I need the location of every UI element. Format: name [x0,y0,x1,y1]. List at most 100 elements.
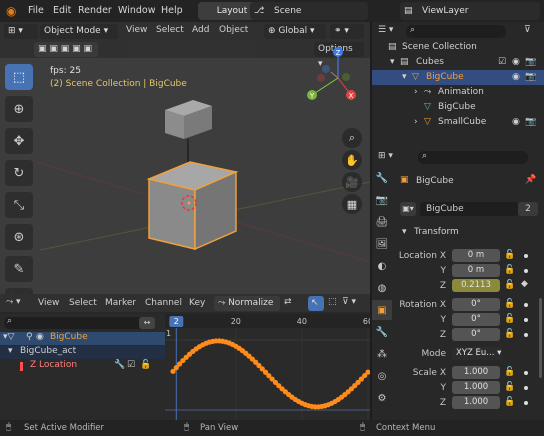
outliner-row-animation[interactable]: › ⤳ Animation [372,85,544,100]
filter-icon[interactable]: ⊽ ▾ [342,297,356,307]
keyframe-dot-icon[interactable] [524,371,528,375]
object-tab-icon[interactable]: ▣ [372,300,392,320]
ge-menu-channel[interactable]: Channel [145,298,182,308]
rotation-z-field[interactable]: 0° [452,328,500,341]
scale-z-field[interactable]: 1.000 [452,396,500,409]
ge-menu-view[interactable]: View [38,298,59,308]
keyframe-diamond-icon[interactable]: ◆ [521,279,528,289]
outliner-row-cubes[interactable]: ▾ ▤ Cubes ☑ ◉ 📷 [372,55,544,70]
ortho-toggle-icon[interactable]: ▦ [342,194,362,214]
lock-icon[interactable]: 🔓 [504,329,515,339]
outliner-row-scene-collection[interactable]: ▤ Scene Collection [372,40,544,55]
menu-help[interactable]: Help [161,0,183,22]
physics-tab-icon[interactable]: ◎ [372,366,392,386]
lock-icon[interactable]: 🔓 [140,360,151,370]
channel-action-row[interactable]: ▾ BigCube_act [0,346,165,359]
lock-icon[interactable]: 🔓 [504,382,515,392]
graph-editor[interactable]: ⤳ ▾ View Select Marker Channel Key ⤳ Nor… [0,294,370,420]
blender-logo-icon[interactable]: ◉ [6,0,16,22]
object-icon: ▽ [424,117,431,127]
channel-fcurve-row[interactable]: Z Location 🔧 ☑ 🔓 [0,360,165,373]
rotation-x-field[interactable]: 0° [452,298,500,311]
eye-icon[interactable]: ◉ [36,332,44,342]
pin-icon[interactable]: 📌 [525,175,536,185]
channel-search-input[interactable]: ⌕ [4,316,154,329]
ge-menu-key[interactable]: Key [189,298,205,308]
datablock-browse-icon[interactable]: ▣▾ [400,202,416,216]
view-layer-tab-icon[interactable]: 🖼 [372,234,392,254]
lock-icon[interactable]: 🔓 [504,397,515,407]
lock-icon[interactable]: 🔓 [504,250,515,260]
viewlayer-selector[interactable]: ▤ ViewLayer [400,2,540,20]
outliner-row-bigcube-mesh[interactable]: ▽ BigCube [372,100,544,115]
graph-plot[interactable]: 20 40 60 12 [165,314,370,420]
swap-icon[interactable]: ⇄ [284,297,292,307]
pan-view-icon[interactable]: ✋ [342,150,362,170]
keyframe-dot-icon[interactable] [524,318,528,322]
keyframe-dot-icon[interactable] [524,254,528,258]
channel-object-row[interactable]: ▾▽ ⚲ ◉ BigCube [0,332,165,345]
camera-view-icon[interactable]: 🎥 [342,172,362,192]
scale-y-field[interactable]: 1.000 [452,381,500,394]
eye-icon[interactable]: ◉ [512,115,520,130]
status-right-text: Context Menu [376,423,436,433]
menu-edit[interactable]: Edit [53,0,71,22]
ge-menu-select[interactable]: Select [69,298,97,308]
properties-search-input[interactable]: ⌕ [418,151,528,164]
properties-editor-icon[interactable]: ⊞ ▾ [378,151,393,161]
show-hidden-icon[interactable]: ⬚ [328,297,337,307]
viewport-3d[interactable]: ⊞ ▾ Object Mode ▾ View Select Add Object… [0,22,370,314]
constraints-tab-icon[interactable]: ⚙ [372,388,392,408]
scale-x-field[interactable]: 1.000 [452,366,500,379]
outliner-editor-icon[interactable]: ☰ ▾ [378,25,393,35]
transform-panel-header[interactable]: ▾ Transform [396,226,544,240]
checkbox-icon[interactable]: ☑ [127,360,135,370]
location-x-field[interactable]: 0 m [452,249,500,262]
keyframe-dot-icon[interactable] [524,303,528,307]
particles-tab-icon[interactable]: ⁂ [372,344,392,364]
keyframe-dot-icon[interactable] [524,386,528,390]
checkbox-icon[interactable]: ☑ [498,55,506,70]
lock-icon[interactable]: 🔓 [504,367,515,377]
graph-editor-type-icon[interactable]: ⤳ ▾ [6,297,21,307]
tool-tab-icon[interactable]: 🔧 [372,168,392,188]
keyframe-dot-icon[interactable] [524,333,528,337]
eye-icon[interactable]: ◉ [512,70,520,85]
keyframe-dot-icon[interactable] [524,269,528,273]
ge-menu-marker[interactable]: Marker [105,298,136,308]
outliner-search-input[interactable]: ⌕ [406,25,506,38]
menu-render[interactable]: Render [78,0,112,22]
location-y-field[interactable]: 0 m [452,264,500,277]
scene-selector[interactable]: ⎇ Scene [250,2,368,20]
keyframe-dot-icon[interactable] [524,401,528,405]
expand-icon[interactable]: ↔ [139,317,155,329]
world-tab-icon[interactable]: ◍ [372,278,392,298]
camera-icon[interactable]: 📷 [525,70,536,85]
modifier-icon[interactable]: 🔧 [114,360,125,370]
camera-icon[interactable]: 📷 [525,55,536,70]
scene-tab-icon[interactable]: ◐ [372,256,392,276]
eye-icon[interactable]: ◉ [512,55,520,70]
lock-icon[interactable]: 🔓 [504,299,515,309]
rotation-y-field[interactable]: 0° [452,313,500,326]
menu-window[interactable]: Window [118,0,155,22]
location-z-field[interactable]: 0.2113 [452,279,500,292]
lock-icon[interactable]: 🔓 [504,265,515,275]
users-count[interactable]: 2 [518,202,538,216]
only-selected-icon[interactable]: ↖ [308,296,324,311]
outliner-row-bigcube[interactable]: ▾ ▽ BigCube ◉ 📷 [372,70,544,85]
rotation-mode-dropdown[interactable]: XYZ Eu... ▾ [452,347,502,360]
properties-scrollbar[interactable] [539,298,542,378]
filter-icon[interactable]: ⊽ [524,25,531,35]
outliner-row-smallcube[interactable]: › ▽ SmallCube ◉ 📷 [372,115,544,130]
camera-icon[interactable]: 📷 [525,115,536,130]
render-tab-icon[interactable]: 📷 [372,190,392,210]
normalize-toggle[interactable]: ⤳ Normalize [214,296,280,311]
lock-icon[interactable]: 🔓 [504,280,515,290]
zoom-view-icon[interactable]: ⌕ [342,128,362,148]
lock-icon[interactable]: 🔓 [504,314,515,324]
output-tab-icon[interactable]: 🖨 [372,212,392,232]
datablock-name-field[interactable]: BigCube [420,202,518,216]
menu-file[interactable]: File [28,0,44,22]
modifier-tab-icon[interactable]: 🔧 [372,322,392,342]
